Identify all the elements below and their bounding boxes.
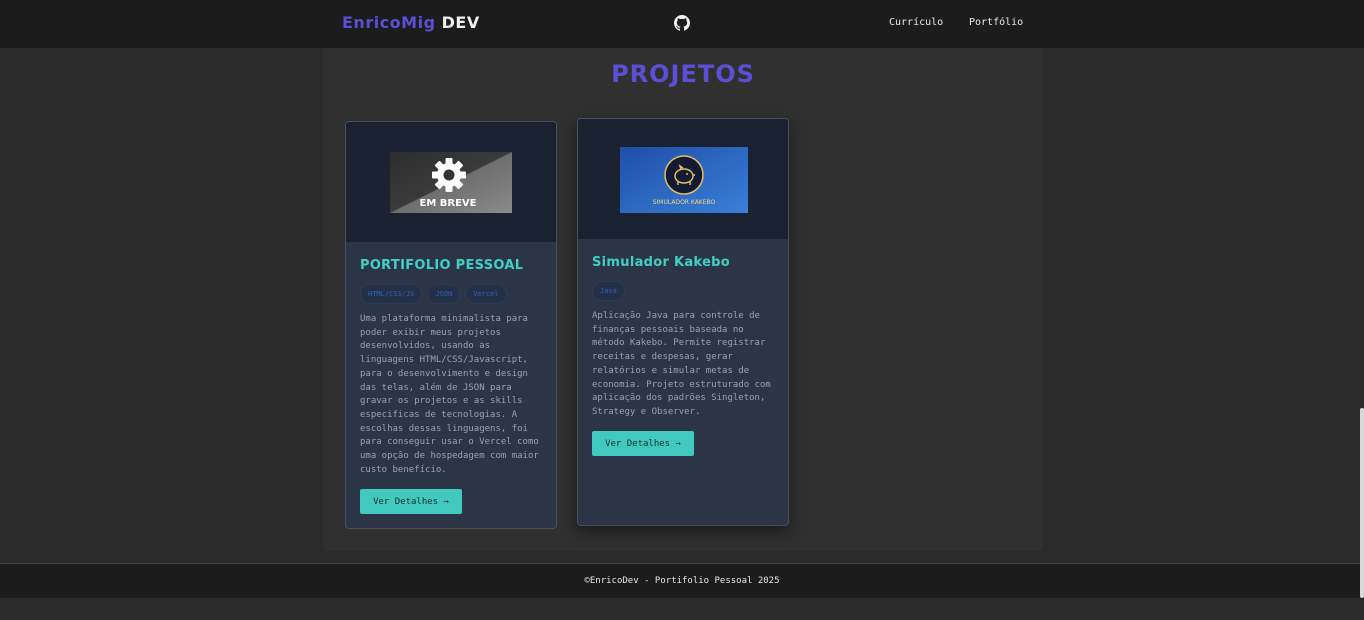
section-title: PROJETOS <box>611 60 755 88</box>
project-card: SIMULADOR KAKEBO Simulador Kakebo Java A… <box>577 118 789 526</box>
tag-list: HTML/CSS/JS JSON Vercel <box>360 284 507 304</box>
coming-soon-thumbnail: EM BREVE <box>390 152 512 213</box>
nav-link-portfolio[interactable]: Portfólio <box>969 17 1023 28</box>
github-icon[interactable] <box>674 15 690 31</box>
details-button[interactable]: Ver Detalhes → <box>592 431 694 456</box>
thumbnail-caption: EM BREVE <box>420 198 477 209</box>
project-title[interactable]: PORTIFOLIO PESSOAL <box>360 258 523 273</box>
tag: JSON <box>427 284 461 304</box>
project-description: Aplicação Java para controle de finanças… <box>592 311 771 417</box>
scrollbar-thumb[interactable] <box>1360 408 1364 598</box>
brand-suffix: DEV <box>441 13 480 32</box>
tag: Java <box>592 281 625 301</box>
gear-icon <box>432 158 466 192</box>
card-thumbnail-area: EM BREVE <box>346 122 556 242</box>
footer: ©EnricoDev - Portifolio Pessoal 2025 <box>0 563 1364 598</box>
project-title[interactable]: Simulador Kakebo <box>592 255 730 270</box>
brand-logo[interactable]: EnricoMig DEV <box>342 13 480 32</box>
tag: HTML/CSS/JS <box>360 284 423 304</box>
thumbnail-caption: SIMULADOR KAKEBO <box>653 199 716 206</box>
project-description: Uma plataforma minimalista para poder ex… <box>360 314 539 475</box>
brand-name: EnricoMig <box>342 13 436 32</box>
details-button[interactable]: Ver Detalhes → <box>360 489 462 514</box>
project-card: EM BREVE PORTIFOLIO PESSOAL HTML/CSS/JS … <box>345 121 557 529</box>
card-thumbnail-area: SIMULADOR KAKEBO <box>578 119 788 239</box>
kakebo-thumbnail: SIMULADOR KAKEBO <box>620 147 748 213</box>
tag: Vercel <box>465 284 507 304</box>
nav-link-curriculo[interactable]: Currículo <box>889 17 943 28</box>
navbar: EnricoMig DEV Currículo Portfólio <box>0 0 1364 48</box>
footer-copyright: ©EnricoDev - Portifolio Pessoal 2025 <box>584 576 780 586</box>
tag-list: Java <box>592 281 625 301</box>
